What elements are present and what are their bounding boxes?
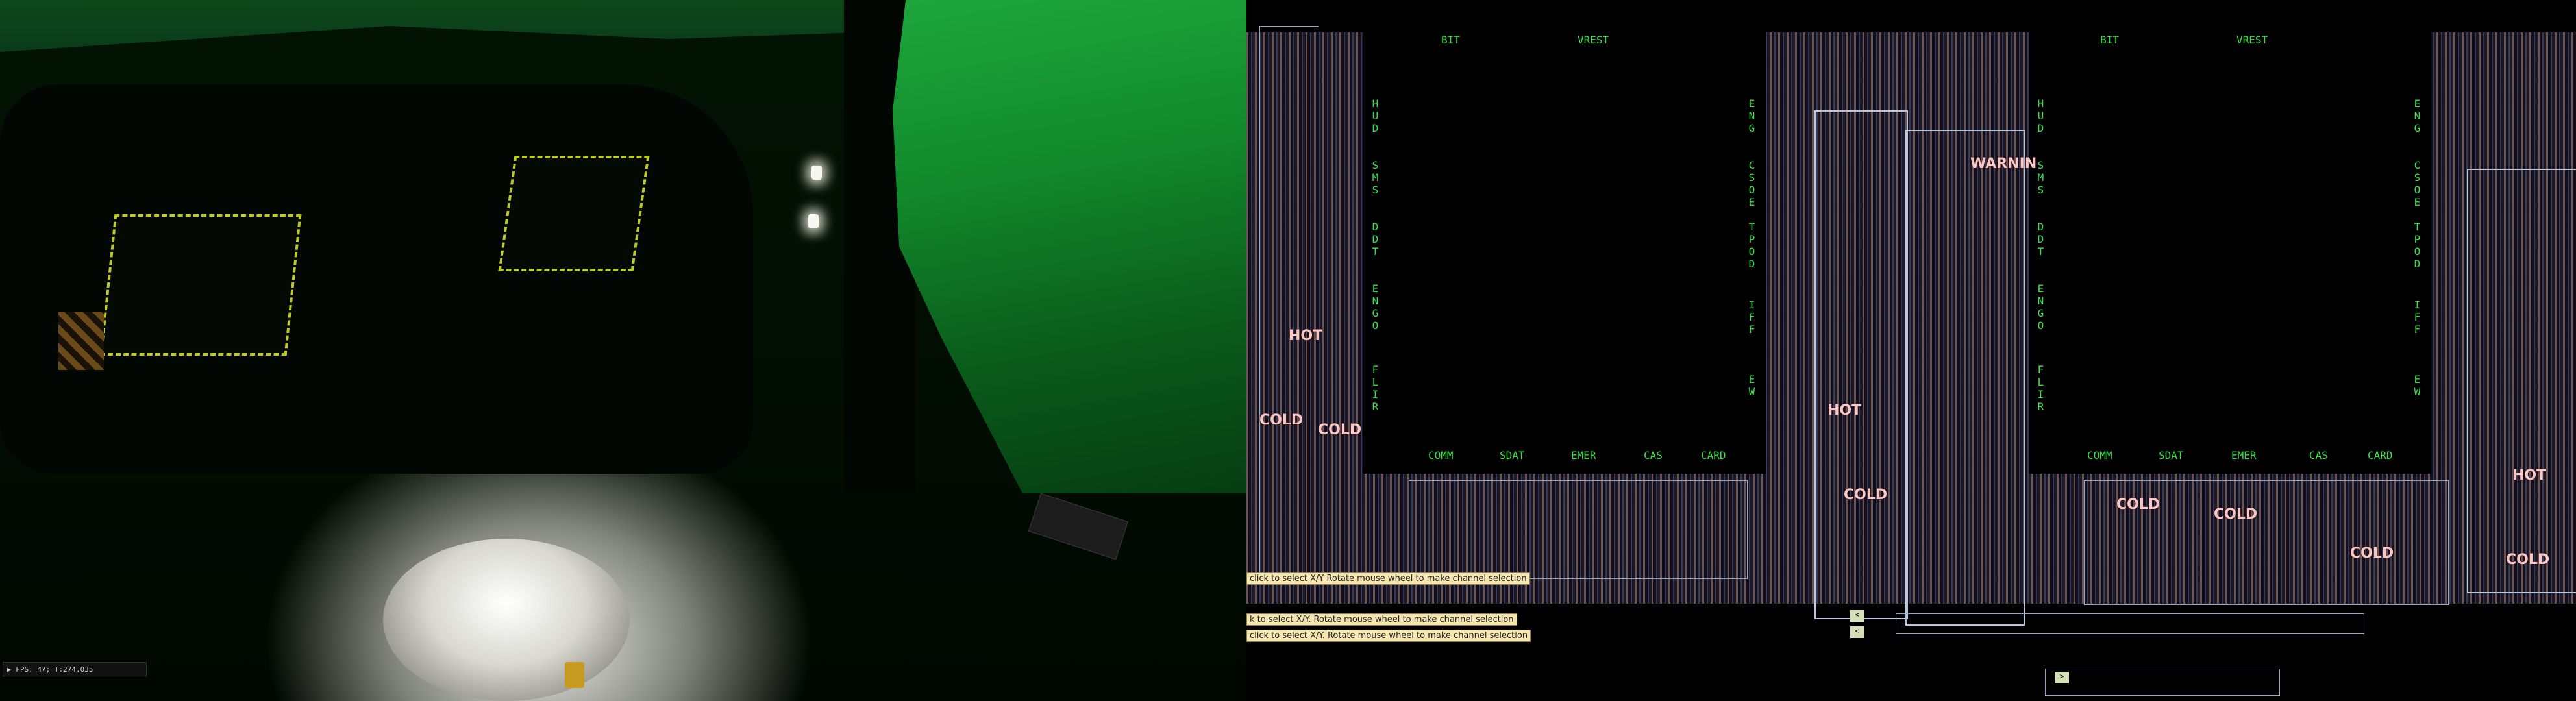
fps-counter: ▶ FPS: 47; T:274.035: [3, 662, 147, 676]
mfd2-left-label-ddt[interactable]: DDT: [2035, 221, 2047, 258]
mfd1-right-label-ew[interactable]: EW: [1746, 373, 1758, 398]
texture-box-8: [2045, 669, 2280, 696]
cockpit-light-lower: [808, 214, 819, 228]
mfd2-bottom-label-emer[interactable]: EMER: [2231, 449, 2257, 461]
mfd2-right-label-tpod[interactable]: TPOD: [2411, 221, 2423, 270]
play-icon: ▶: [7, 665, 16, 674]
stamp-hot-3: HOT: [2512, 467, 2547, 484]
mfd1-left-label-engo[interactable]: ENGO: [1369, 282, 1381, 332]
mfd2-right-label-iff[interactable]: IFF: [2411, 299, 2423, 336]
mfd1-bottom-label-cas[interactable]: CAS: [1644, 449, 1663, 461]
mfd1-left-label-hud[interactable]: HUD: [1369, 97, 1381, 134]
stamp-cold-5: COLD: [2214, 506, 2258, 523]
warning-stripe-panel: [58, 312, 104, 370]
mfd-display-2[interactable]: BIT VREST HUD SMS DDT ENGO FLIR ENG CSOE…: [2029, 26, 2431, 474]
texture-box-7: [1896, 613, 2364, 634]
stamp-cold-3: COLD: [1844, 487, 1888, 503]
left-mfd-display: [99, 214, 302, 356]
mfd1-top-label-vrest[interactable]: VREST: [1578, 34, 1609, 46]
texture-box-5: [1409, 480, 1748, 579]
cockpit-viewport[interactable]: ▶ FPS: 47; T:274.035: [0, 0, 1246, 701]
mfd1-bottom-label-sdat[interactable]: SDAT: [1500, 449, 1525, 461]
tooltip-channel-select-3: click to select X/Y. Rotate mouse wheel …: [1246, 630, 1531, 642]
mfd2-top-label-vrest[interactable]: VREST: [2236, 34, 2268, 46]
texture-box-4: [1259, 26, 1319, 579]
mfd2-left-label-hud[interactable]: HUD: [2035, 97, 2047, 134]
stamp-cold-7: COLD: [2506, 552, 2550, 568]
mfd2-bottom-label-sdat[interactable]: SDAT: [2159, 449, 2184, 461]
mfd2-bottom-label-cas[interactable]: CAS: [2309, 449, 2328, 461]
pilot-helmet: [383, 539, 630, 701]
fps-text: FPS: 47; T:274.035: [16, 665, 93, 674]
mfd2-right-label-ew[interactable]: EW: [2411, 373, 2423, 398]
chevron-left-icon[interactable]: <: [1850, 626, 1864, 638]
cockpit-light-upper: [811, 166, 822, 180]
mfd1-right-label-iff[interactable]: IFF: [1746, 299, 1758, 336]
debug-texture-panel: BIT VREST HUD SMS DDT ENGO FLIR ENG CSOE…: [1246, 0, 2576, 701]
mfd1-right-label-eng[interactable]: ENG: [1746, 97, 1758, 134]
stamp-cold-6: COLD: [2350, 545, 2394, 561]
kneeboard-card: [1028, 493, 1129, 560]
mfd1-bottom-label-comm[interactable]: COMM: [1428, 449, 1454, 461]
stamp-hot-2: HOT: [1827, 402, 1862, 419]
stamp-hot-1: HOT: [1289, 328, 1323, 344]
mfd1-right-label-tpod[interactable]: TPOD: [1746, 221, 1758, 270]
mfd1-left-label-flir[interactable]: FLIR: [1369, 363, 1381, 413]
mfd1-bottom-label-card[interactable]: CARD: [1701, 449, 1726, 461]
mfd2-left-label-flir[interactable]: FLIR: [2035, 363, 2047, 413]
right-mfd-display: [498, 156, 650, 271]
mfd2-right-label-csoe[interactable]: CSOE: [2411, 159, 2423, 208]
mfd2-left-label-engo[interactable]: ENGO: [2035, 282, 2047, 332]
mfd1-left-label-ddt[interactable]: DDT: [1369, 221, 1381, 258]
mfd2-left-label-sms[interactable]: SMS: [2035, 159, 2047, 196]
stamp-cold-1: COLD: [1259, 412, 1304, 428]
tooltip-channel-select-1: click to select X/Y Rotate mouse wheel t…: [1246, 572, 1530, 585]
texture-box-2: [1905, 130, 2025, 626]
texture-box-3: [2467, 169, 2576, 593]
mfd1-bottom-label-emer[interactable]: EMER: [1571, 449, 1596, 461]
mfd2-bottom-label-card[interactable]: CARD: [2368, 449, 2393, 461]
tooltip-channel-select-2: k to select X/Y. Rotate mouse wheel to m…: [1246, 613, 1517, 626]
stamp-warning: WARNIN: [1970, 156, 2037, 172]
texture-box-1: [1814, 110, 1908, 619]
mfd-display-1[interactable]: BIT VREST HUD SMS DDT ENGO FLIR ENG CSOE…: [1363, 26, 1766, 474]
mfd1-top-label-bit[interactable]: BIT: [1441, 34, 1460, 46]
mfd2-bottom-label-comm[interactable]: COMM: [2087, 449, 2112, 461]
harness-buckle: [565, 662, 584, 688]
mfd1-left-label-sms[interactable]: SMS: [1369, 159, 1381, 196]
chevron-right-icon[interactable]: >: [2055, 672, 2069, 683]
stamp-cold-2: COLD: [1318, 422, 1362, 438]
mfd2-top-label-bit[interactable]: BIT: [2100, 34, 2119, 46]
mfd2-right-label-eng[interactable]: ENG: [2411, 97, 2423, 134]
mfd1-right-label-csoe[interactable]: CSOE: [1746, 159, 1758, 208]
stamp-cold-4: COLD: [2116, 497, 2161, 513]
chevron-left-icon[interactable]: <: [1850, 610, 1864, 622]
